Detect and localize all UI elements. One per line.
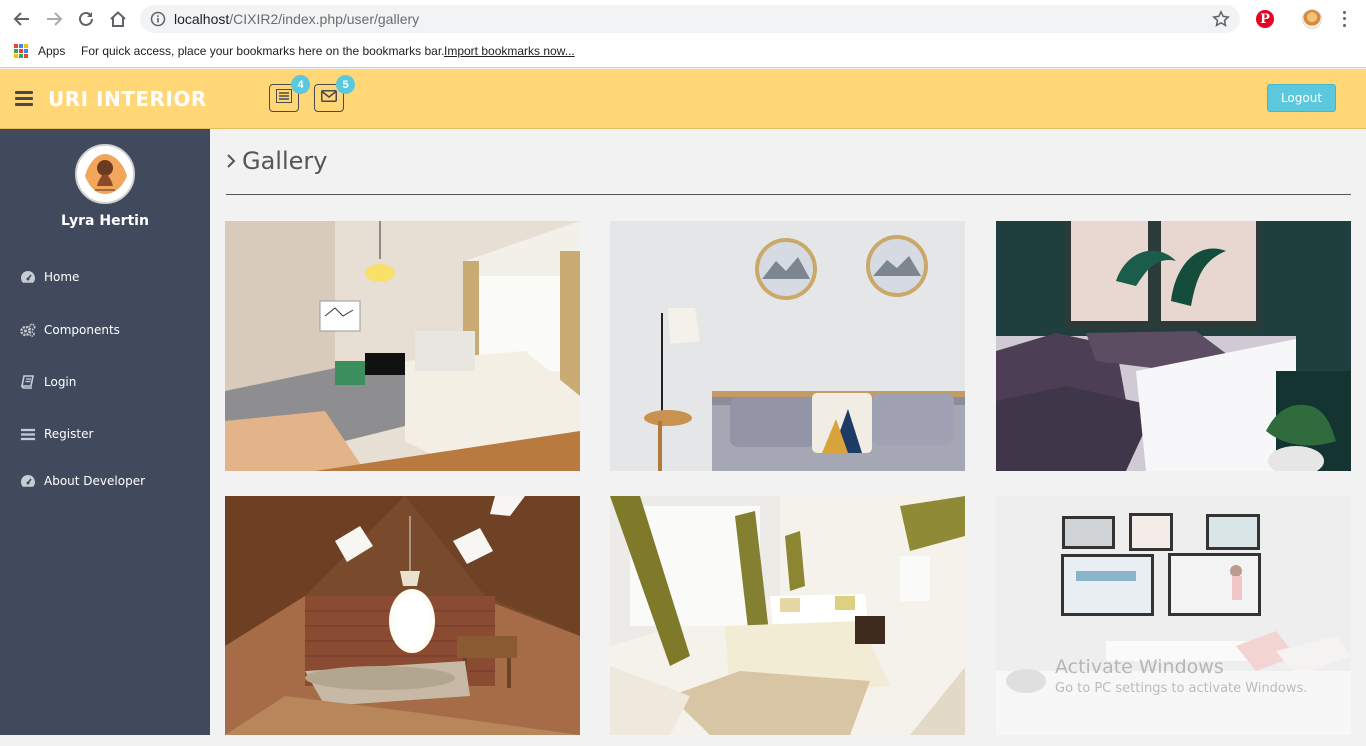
tasks-button[interactable]: 4: [269, 75, 310, 112]
sidebar-item-register[interactable]: Register: [20, 424, 93, 444]
apps-grid-icon[interactable]: [14, 44, 28, 58]
url-host: localhost: [174, 11, 230, 27]
chrome-menu-icon[interactable]: [1338, 9, 1350, 29]
chevron-right-icon: [227, 154, 236, 168]
page-title: Gallery: [226, 146, 327, 176]
profile-avatar: [75, 144, 135, 204]
bookmarks-hint: For quick access, place your bookmarks h…: [81, 44, 445, 58]
apps-link[interactable]: Apps: [38, 44, 65, 58]
divider: [226, 194, 1351, 195]
bookmark-star-icon[interactable]: [1212, 10, 1230, 28]
home-icon[interactable]: [107, 8, 129, 30]
dashboard-icon: [20, 269, 36, 285]
forward-icon[interactable]: [43, 8, 65, 30]
logout-button[interactable]: Logout: [1267, 84, 1336, 112]
tasks-icon: [276, 88, 292, 108]
sidebar-item-label: Register: [44, 427, 94, 441]
gallery-image-bright-bedroom-olive-curtains[interactable]: [610, 496, 965, 746]
list-icon: [20, 426, 36, 442]
sidebar-item-login[interactable]: Login: [20, 372, 76, 392]
bookmarks-bar: Apps For quick access, place your bookma…: [0, 38, 1366, 68]
cogs-icon: [20, 322, 36, 338]
sidebar-item-components[interactable]: Components: [20, 320, 120, 340]
gallery-image-attic-bedroom-brick-wall[interactable]: [225, 496, 580, 746]
pinterest-extension-icon[interactable]: P: [1256, 10, 1274, 28]
sidebar-item-label: Home: [44, 270, 80, 284]
url-text[interactable]: localhost/CIXIR2/index.php/user/gallery: [174, 11, 419, 27]
sidebar-item-label: About Developer: [44, 474, 146, 488]
profile-avatar-icon[interactable]: [1302, 9, 1322, 29]
app-header: URI INTERIOR 4 5 Logout: [0, 69, 1366, 129]
reload-icon[interactable]: [75, 8, 97, 30]
gallery-image-bedroom-window-pendant-lamp[interactable]: [225, 221, 580, 471]
gallery-image-dark-green-bedroom-plants[interactable]: [996, 221, 1351, 471]
tasks-badge: 4: [291, 75, 310, 94]
sidebar-item-home[interactable]: Home: [20, 267, 79, 287]
envelope-icon: [321, 89, 337, 107]
sidebar-item-label: Components: [44, 323, 120, 337]
gallery-image-white-room-framed-prints[interactable]: [996, 496, 1351, 746]
page-title-text: Gallery: [242, 147, 328, 175]
book-icon: [20, 374, 36, 390]
menu-toggle-icon[interactable]: [15, 91, 33, 106]
import-bookmarks-link[interactable]: Import bookmarks now...: [444, 44, 575, 58]
sidebar-item-label: Login: [44, 375, 77, 389]
profile-name: Lyra Hertin: [61, 213, 149, 229]
info-icon[interactable]: [150, 11, 166, 27]
messages-badge: 5: [336, 75, 355, 94]
sidebar-item-about-developer[interactable]: About Developer: [20, 471, 145, 491]
browser-toolbar: localhost/CIXIR2/index.php/user/gallery …: [0, 0, 1366, 38]
brand-title[interactable]: URI INTERIOR: [48, 87, 207, 111]
url-path: /CIXIR2/index.php/user/gallery: [229, 11, 420, 27]
dashboard-icon: [20, 473, 36, 489]
address-bar[interactable]: localhost/CIXIR2/index.php/user/gallery: [140, 5, 1240, 33]
gallery-image-sofa-round-mountain-art[interactable]: [610, 221, 965, 471]
sidebar: Lyra Hertin Home Components Login Regist…: [0, 129, 210, 735]
back-icon[interactable]: [11, 8, 33, 30]
messages-button[interactable]: 5: [314, 75, 355, 112]
activate-windows-title: Activate Windows: [1055, 656, 1224, 678]
activate-windows-hint: Go to PC settings to activate Windows.: [1055, 681, 1308, 696]
